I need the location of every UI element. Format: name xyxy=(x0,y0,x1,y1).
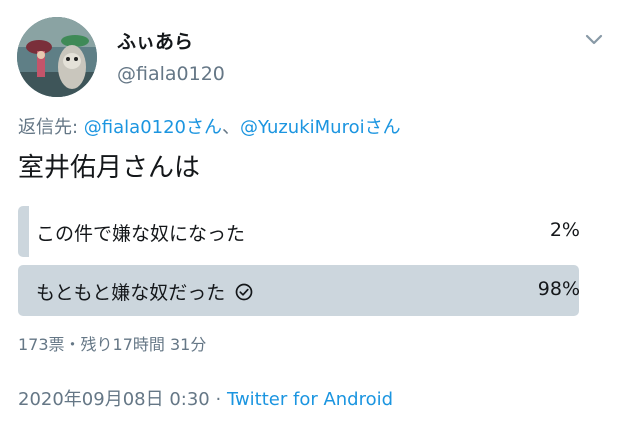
reply-prefix: 返信先: xyxy=(18,117,84,138)
mention-link-yuzukimuroi[interactable]: @YuzukiMuroiさん xyxy=(240,117,401,138)
reply-to-line: 返信先: @fiala0120さん、@YuzukiMuroiさん xyxy=(18,113,401,139)
avatar[interactable] xyxy=(17,17,97,97)
chevron-down-icon[interactable] xyxy=(584,32,604,46)
tweet-timestamp[interactable]: 2020年09月08日 0:30 xyxy=(18,389,210,410)
check-circle-icon xyxy=(235,283,253,301)
poll-option-label: この件で嫌な奴になった xyxy=(36,223,246,245)
mention-link-fiala0120[interactable]: @fiala0120さん xyxy=(84,117,222,138)
display-name[interactable]: ふぃあら xyxy=(117,27,193,54)
tweet-text: 室井佑月さんは xyxy=(18,153,201,183)
poll-option-1: この件で嫌な奴になった 2% xyxy=(18,206,590,257)
timestamp-line: 2020年09月08日 0:30 · Twitter for Android xyxy=(18,385,393,411)
poll-option-percent: 98% xyxy=(537,278,580,300)
reply-separator: 、 xyxy=(222,117,241,138)
poll-option-2: もともと嫌な奴だった 98% xyxy=(18,265,590,316)
poll-meta: 173票・残り17時間 31分 xyxy=(18,335,207,354)
poll-option-label: もともと嫌な奴だった xyxy=(36,282,226,304)
avatar-image xyxy=(17,17,97,97)
tweet-card: ふぃあら @fiala0120 返信先: @fiala0120さん、@Yuzuk… xyxy=(0,0,620,425)
poll-option-label-wrap: もともと嫌な奴だった xyxy=(36,278,253,305)
user-handle[interactable]: @fiala0120 xyxy=(117,63,225,85)
poll-bar-1 xyxy=(18,206,29,257)
poll-option-percent: 2% xyxy=(549,219,580,241)
timestamp-separator: · xyxy=(209,389,227,410)
tweet-source-link[interactable]: Twitter for Android xyxy=(227,389,393,410)
